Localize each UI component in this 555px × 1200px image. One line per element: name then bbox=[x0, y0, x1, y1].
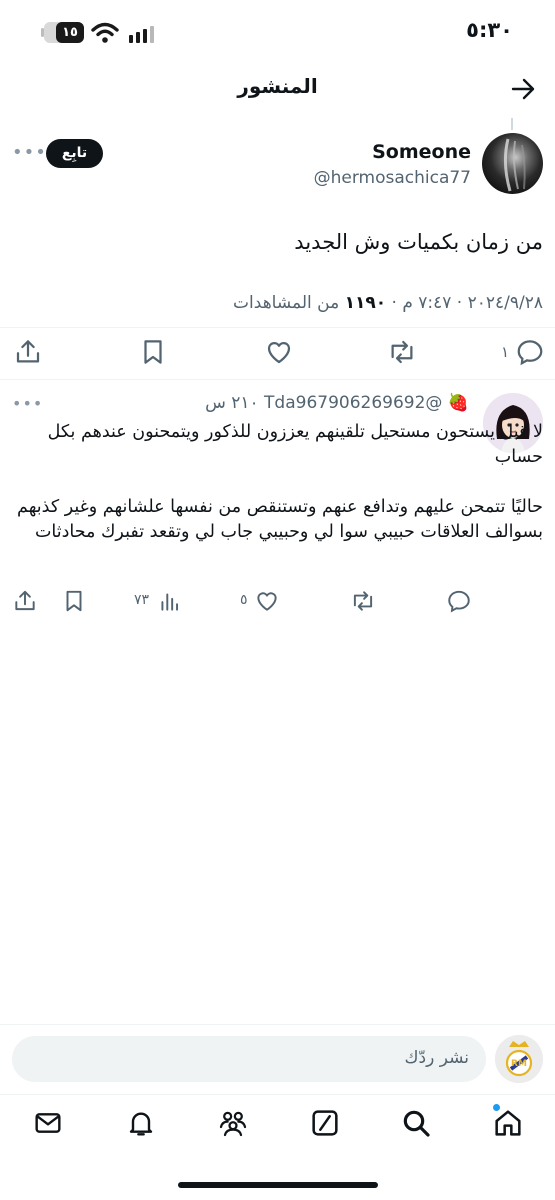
reply-more-icon[interactable]: ••• bbox=[12, 394, 43, 413]
search-icon[interactable] bbox=[400, 1107, 432, 1139]
reply-icon[interactable] bbox=[515, 337, 545, 367]
reply-bookmark-icon[interactable] bbox=[61, 588, 87, 614]
reply-header: 🍓 @Tda967906269692 ٢١٠ س bbox=[205, 393, 469, 413]
home-icon[interactable] bbox=[492, 1107, 524, 1139]
reply-input-placeholder: نشر ردّك bbox=[404, 1048, 469, 1068]
author-avatar[interactable] bbox=[482, 133, 543, 194]
reply-like-count: ٥ bbox=[240, 592, 248, 608]
reply-text: لا قبل يستحون مستحيل تلقينهم يعززون للذك… bbox=[13, 420, 543, 545]
reply-handle[interactable]: @Tda967906269692 bbox=[264, 393, 442, 413]
reply-paragraph: لا قبل يستحون مستحيل تلقينهم يعززون للذك… bbox=[47, 422, 543, 467]
more-options-icon[interactable]: ••• bbox=[12, 142, 47, 163]
post-views-label: من المشاهدات bbox=[233, 293, 340, 313]
repost-icon[interactable] bbox=[387, 337, 417, 367]
my-avatar[interactable]: RM bbox=[495, 1035, 543, 1083]
like-icon[interactable] bbox=[264, 337, 294, 367]
page-title: المنشور bbox=[237, 74, 318, 98]
status-time: ٥:٣٠ bbox=[466, 18, 513, 42]
home-indicator[interactable] bbox=[178, 1182, 378, 1188]
reply-paragraph: حاليًا تتمحن عليهم وتدافع عنهم وتستنقص م… bbox=[17, 497, 543, 542]
grok-icon[interactable] bbox=[309, 1107, 341, 1139]
signal-icon bbox=[128, 25, 156, 43]
reply-like-icon[interactable] bbox=[254, 588, 280, 614]
thread-line bbox=[511, 118, 513, 130]
battery-nub bbox=[41, 28, 44, 37]
post-datetime: ٢٠٢٤/٩/٢٨ · ٧:٤٧ م · bbox=[391, 293, 543, 313]
divider bbox=[0, 1024, 555, 1025]
post-meta: ٢٠٢٤/٩/٢٨ · ٧:٤٧ م · ١١٩٠ من المشاهدات bbox=[233, 293, 543, 313]
divider bbox=[0, 1094, 555, 1095]
strawberry-emoji: 🍓 bbox=[447, 393, 469, 413]
reply-count: ١ bbox=[500, 343, 509, 361]
author-handle[interactable]: @hermosachica77 bbox=[314, 168, 471, 188]
notifications-icon[interactable] bbox=[125, 1107, 157, 1139]
battery-level: ١٥ bbox=[56, 22, 84, 43]
reply-repost-icon[interactable] bbox=[350, 588, 376, 614]
battery-indicator: ١٥ bbox=[44, 22, 84, 43]
reply-views-icon[interactable] bbox=[157, 588, 183, 614]
reply-reply-icon[interactable] bbox=[446, 588, 472, 614]
reply-share-icon[interactable] bbox=[12, 588, 38, 614]
follow-button[interactable]: تابِع bbox=[46, 139, 103, 168]
post-text: من زمان بكميات وش الجديد bbox=[294, 230, 543, 254]
share-icon[interactable] bbox=[13, 337, 43, 367]
messages-icon[interactable] bbox=[32, 1107, 64, 1139]
home-notification-dot bbox=[493, 1104, 500, 1111]
post-views-count[interactable]: ١١٩٠ bbox=[345, 293, 387, 313]
reply-views-count: ٧٣ bbox=[134, 592, 150, 608]
svg-text:RM: RM bbox=[511, 1059, 527, 1069]
author-name[interactable]: Someone bbox=[372, 141, 471, 163]
bookmark-icon[interactable] bbox=[138, 337, 168, 367]
wifi-icon bbox=[91, 22, 119, 43]
divider bbox=[0, 327, 555, 328]
reply-time: ٢١٠ س bbox=[205, 393, 259, 413]
divider bbox=[0, 379, 555, 380]
communities-icon[interactable] bbox=[217, 1107, 249, 1139]
